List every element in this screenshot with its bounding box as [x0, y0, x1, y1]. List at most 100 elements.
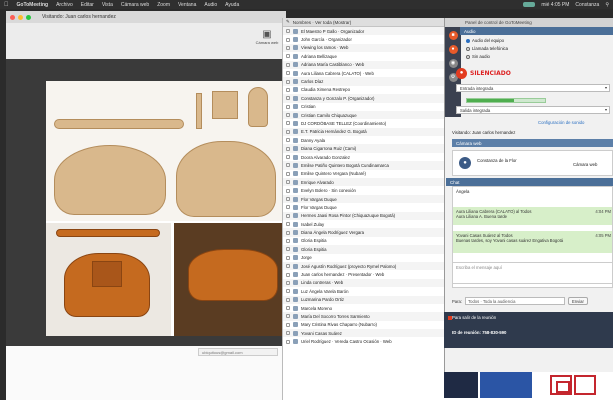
checkbox-icon[interactable] — [286, 163, 290, 168]
menu-item-editar[interactable]: Editar — [81, 2, 94, 8]
menu-item-archivo[interactable]: Archivo — [56, 2, 73, 8]
microphone-icon[interactable]: ● — [448, 45, 458, 54]
participant-row[interactable]: DJ CORDÓBASE TELLEZ (Coordinamiento) — [283, 119, 446, 127]
checkbox-icon[interactable] — [286, 104, 290, 109]
participant-row[interactable]: Doora Alvarado Gonzalez — [283, 153, 446, 161]
participant-row[interactable]: E.T. Patricia Hernández G. Bogotá — [283, 127, 446, 137]
participant-row[interactable]: José Agustín Rodríguez (proyecto Rymel P… — [283, 261, 446, 271]
participant-row[interactable]: Emilse Quintero Vergara (Nubaré) — [283, 170, 446, 178]
checkbox-icon[interactable] — [286, 238, 290, 243]
checkbox-icon[interactable] — [286, 171, 290, 176]
checkbox-icon[interactable] — [286, 113, 290, 118]
participant-row[interactable]: Uriel Rodríguez · Vereda Castro Ocasión … — [283, 337, 446, 345]
participant-row[interactable]: Claudia Ximena Restrepo — [283, 86, 446, 94]
participant-row[interactable]: Gloria Espitia — [283, 245, 446, 254]
menu-item-camara[interactable]: Cámara web — [121, 2, 149, 8]
checkbox-icon[interactable] — [286, 247, 290, 252]
webcam-icon[interactable]: ◉ — [448, 59, 458, 68]
checkbox-icon[interactable] — [286, 213, 290, 218]
participant-row[interactable]: Emilse Patiño Quintero Bogotá Cundinamar… — [283, 161, 446, 170]
apple-icon[interactable]:  — [4, 2, 9, 8]
checkbox-icon[interactable] — [286, 230, 290, 235]
checkbox-icon[interactable] — [286, 138, 290, 143]
checkbox-icon[interactable] — [286, 62, 290, 67]
participant-row[interactable]: Constanza y Gonzalo P. (Organizador) — [283, 94, 446, 103]
microphone-select[interactable]: Entrada integrada ▾ — [456, 84, 610, 92]
checkbox-icon[interactable] — [286, 180, 290, 185]
participant-row[interactable]: Yovani Casas Suárez — [283, 329, 446, 338]
participant-row[interactable]: Cristian — [283, 103, 446, 111]
screen-share-icon[interactable]: ■ — [448, 31, 458, 40]
menu-item-ayuda[interactable]: Ayuda — [225, 2, 239, 8]
checkbox-icon[interactable] — [286, 146, 290, 151]
checkbox-icon[interactable] — [286, 314, 290, 319]
participant-row[interactable]: Enrique Alvarado — [283, 178, 446, 187]
checkbox-icon[interactable] — [286, 255, 290, 260]
participant-row[interactable]: Aura Liliana Cabrera (CALATO) · Web — [283, 69, 446, 77]
footer-blue-banner[interactable] — [480, 372, 532, 398]
checkbox-icon[interactable] — [286, 289, 290, 294]
sound-settings-link[interactable]: Configuración de sonido — [538, 120, 584, 125]
menu-item-vista[interactable]: Vista — [102, 2, 113, 8]
participant-row[interactable]: María Del Socorro Torres Sarmiento — [283, 312, 446, 321]
send-to-select[interactable]: Todos · Toda la audiencia — [465, 297, 566, 305]
checkbox-icon[interactable] — [286, 280, 290, 285]
checkbox-icon[interactable] — [286, 79, 290, 84]
participant-row[interactable]: Adriana Bellizaque — [283, 52, 446, 60]
participant-row[interactable]: Linda contreras · Web — [283, 278, 446, 288]
close-window-button[interactable] — [10, 14, 15, 20]
checkbox-icon[interactable] — [286, 188, 290, 193]
participant-row[interactable]: Diana Ángela Rodríguez Vergara — [283, 228, 446, 237]
user-name[interactable]: Constanza — [575, 2, 599, 8]
checkbox-icon[interactable] — [286, 205, 290, 210]
audio-option-phone[interactable]: Llamada telefónica — [466, 46, 508, 51]
checkbox-icon[interactable] — [286, 272, 290, 277]
checkbox-icon[interactable] — [286, 322, 290, 327]
checkbox-icon[interactable] — [286, 29, 290, 34]
checkbox-icon[interactable] — [286, 37, 290, 42]
audio-option-none[interactable]: Sin audio — [466, 54, 490, 59]
participant-row[interactable]: Jorge — [283, 254, 446, 262]
send-button[interactable]: Enviar — [568, 297, 588, 305]
participant-row[interactable]: Adriana María Castiblanco · Web — [283, 60, 446, 69]
battery-icon[interactable] — [523, 2, 536, 7]
participant-row[interactable]: Flor Vargas Duque — [283, 194, 446, 204]
menu-item-ventana[interactable]: Ventana — [178, 2, 196, 8]
leave-meeting-text[interactable]: Para salir de la reunión — [452, 315, 605, 320]
audio-section-header[interactable]: Audio — [460, 27, 613, 35]
participant-row[interactable]: Juan carlos hernandez · Presentador · We… — [283, 270, 446, 278]
menu-app-name[interactable]: GoToMeeting — [17, 2, 49, 8]
participant-row[interactable]: Carlos Díaz — [283, 77, 446, 86]
participant-row[interactable]: Marcela Moreno — [283, 304, 446, 312]
participant-row[interactable]: John García · Organizador — [283, 35, 446, 43]
checkbox-icon[interactable] — [286, 54, 290, 59]
clock[interactable]: mié 4:05 PM — [541, 2, 569, 8]
checkbox-icon[interactable] — [286, 96, 290, 101]
checkbox-icon[interactable] — [286, 197, 290, 201]
minimize-window-button[interactable] — [18, 14, 23, 20]
participant-row[interactable]: Diana Cigarrona Ruiz (Cami) — [283, 144, 446, 153]
participant-row[interactable]: El Maestro P Gallo · Organizador — [283, 27, 446, 36]
participant-row[interactable]: Gloria Espitia — [283, 237, 446, 245]
checkbox-icon[interactable] — [286, 71, 290, 76]
participant-row[interactable]: Mary Cristina Rivas Chaparro (Nubarro) — [283, 321, 446, 329]
participant-row[interactable]: Cristian Camilo Chiquazuque — [283, 110, 446, 120]
mute-button[interactable]: ● — [456, 68, 467, 79]
presenter-email-chip[interactable]: ubiquitous@gmail.com — [198, 348, 278, 356]
zoom-window-button[interactable] — [26, 14, 31, 20]
participant-row[interactable]: Flor Vargas Duque — [283, 203, 446, 211]
checkbox-icon[interactable] — [286, 45, 290, 50]
audio-option-computer[interactable]: Audio del equipo — [466, 38, 504, 43]
participant-row[interactable]: Viewing los ramos · Web — [283, 43, 446, 53]
webcam-section-header[interactable]: Cámara web — [452, 139, 613, 147]
checkbox-icon[interactable] — [286, 222, 290, 227]
checkbox-icon[interactable] — [286, 339, 290, 344]
checkbox-icon[interactable] — [286, 155, 290, 160]
checkbox-icon[interactable] — [286, 264, 290, 269]
menu-item-zoom[interactable]: Zoom — [157, 2, 170, 8]
chat-section-header[interactable]: Chat — [446, 178, 613, 186]
organizer-webcam-card[interactable]: ● Constanza de la Flor Cámara web — [452, 150, 613, 176]
checkbox-icon[interactable] — [286, 121, 290, 126]
participant-row[interactable]: Hermes Jaasi Rosa Pintor (Chiquazuque Bo… — [283, 211, 446, 220]
participant-row[interactable]: Luz Ángela Varela Barón — [283, 287, 446, 295]
